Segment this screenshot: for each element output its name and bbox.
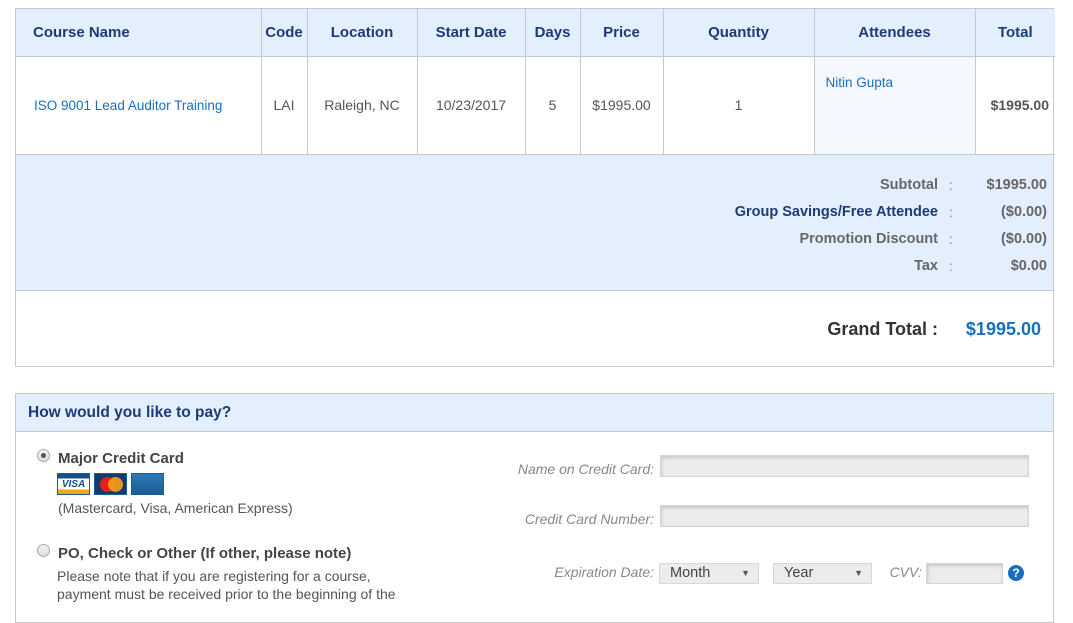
summary-row-subtotal: Subtotal : $1995.00: [16, 172, 1053, 199]
promotion-discount-value: ($0.00): [1001, 231, 1047, 247]
tax-label: Tax: [914, 258, 938, 274]
payment-note-line-2: payment must be received prior to the be…: [57, 586, 396, 602]
separator: :: [949, 177, 953, 193]
col-header-code: Code: [261, 9, 308, 57]
mastercard-icon: [94, 473, 127, 495]
col-header-total: Total: [975, 9, 1055, 57]
attendees-cell: Nitin Gupta: [814, 56, 976, 155]
card-number-label: Credit Card Number:: [524, 511, 654, 527]
card-number-input[interactable]: [660, 505, 1029, 527]
card-logos: VISA: [57, 473, 164, 495]
payment-heading: How would you like to pay?: [16, 394, 1053, 432]
grand-total-value: $1995.00: [965, 318, 1041, 339]
credit-card-option-label[interactable]: Major Credit Card: [58, 450, 184, 467]
cvv-label: CVV:: [889, 564, 922, 580]
course-location: Raleigh, NC: [307, 56, 418, 155]
course-days: 5: [525, 56, 581, 155]
course-quantity: 1: [663, 56, 815, 155]
col-header-location: Location: [307, 9, 418, 57]
po-check-option-label[interactable]: PO, Check or Other (If other, please not…: [58, 545, 351, 562]
col-header-attendees: Attendees: [814, 9, 976, 57]
grand-total-row: Grand Total : $1995.00: [16, 291, 1053, 366]
payment-note-line-1: Please note that if you are registering …: [57, 568, 371, 584]
subtotal-value: $1995.00: [986, 177, 1047, 193]
separator: :: [949, 231, 953, 247]
table-row: ISO 9001 Lead Auditor Training LAI Ralei…: [16, 56, 1055, 155]
col-header-course-name: Course Name: [16, 9, 262, 57]
promotion-discount-label: Promotion Discount: [799, 231, 938, 247]
summary-row-tax: Tax : $0.00: [16, 253, 1053, 280]
col-header-price: Price: [580, 9, 664, 57]
col-header-quantity: Quantity: [663, 9, 815, 57]
month-selected-value: Month: [670, 565, 711, 581]
tax-value: $0.00: [1010, 258, 1047, 274]
order-summary: Course Name Code Location Start Date Day…: [15, 8, 1055, 367]
radio-po-check-other[interactable]: [37, 544, 50, 557]
accepted-cards-note: (Mastercard, Visa, American Express): [58, 500, 293, 516]
cvv-input[interactable]: [926, 563, 1003, 584]
radio-credit-card[interactable]: [37, 449, 50, 462]
col-header-start-date: Start Date: [417, 9, 526, 57]
subtotal-label: Subtotal: [880, 177, 938, 193]
payment-section: How would you like to pay? Major Credit …: [15, 393, 1054, 623]
summary-row-group-savings: Group Savings/Free Attendee : ($0.00): [16, 199, 1053, 226]
group-savings-value: ($0.00): [1001, 204, 1047, 220]
course-start-date: 10/23/2017: [417, 56, 526, 155]
help-icon[interactable]: ?: [1008, 565, 1024, 581]
table-header-row: Course Name Code Location Start Date Day…: [16, 9, 1055, 57]
separator: :: [949, 204, 953, 220]
price-summary: Subtotal : $1995.00 Group Savings/Free A…: [16, 154, 1053, 291]
name-on-card-label: Name on Credit Card:: [517, 461, 654, 477]
expiration-date-label: Expiration Date:: [554, 564, 654, 580]
attendee-link[interactable]: Nitin Gupta: [826, 75, 894, 90]
separator: :: [949, 258, 953, 274]
group-savings-label: Group Savings/Free Attendee: [734, 204, 938, 220]
course-name-link[interactable]: ISO 9001 Lead Auditor Training: [16, 56, 262, 155]
course-total: $1995.00: [975, 56, 1055, 155]
summary-row-promotion: Promotion Discount : ($0.00): [16, 226, 1053, 253]
grand-total-label: Grand Total :: [827, 318, 938, 339]
course-price: $1995.00: [580, 56, 664, 155]
col-header-days: Days: [525, 9, 581, 57]
name-on-card-input[interactable]: [660, 455, 1029, 477]
course-code: LAI: [261, 56, 308, 155]
visa-icon: VISA: [57, 473, 90, 495]
amex-icon: [131, 473, 164, 495]
order-table: Course Name Code Location Start Date Day…: [16, 9, 1055, 155]
